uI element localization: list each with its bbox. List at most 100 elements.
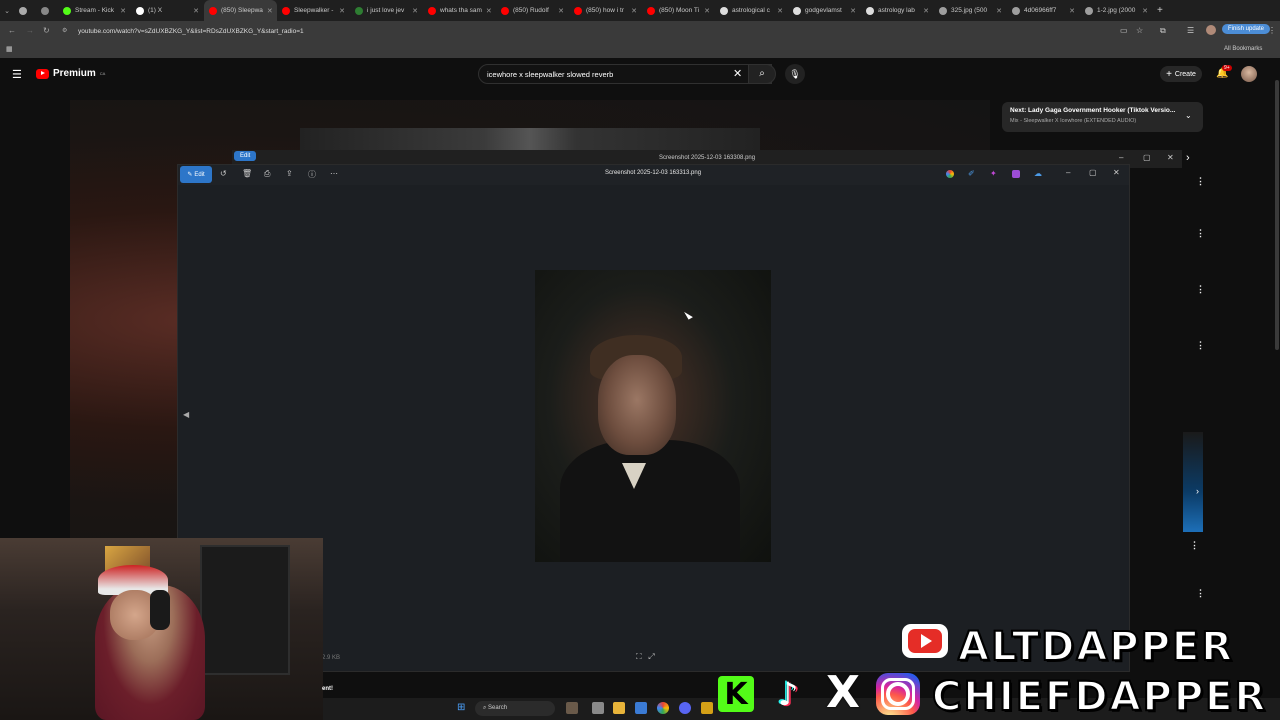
browser-tab[interactable]: godgevlamst ✕ (788, 0, 861, 21)
browser-tab[interactable]: Sleepwalker - ✕ (277, 0, 350, 21)
search-icon[interactable]: ⌕ (748, 64, 776, 84)
tab-close-icon[interactable]: ✕ (412, 7, 418, 15)
taskbar-search-input[interactable]: ⌕ Search (475, 701, 555, 716)
edit-button[interactable]: ✎ Edit (180, 166, 212, 183)
browser-tab[interactable]: i just love jev ✕ (350, 0, 423, 21)
tab-close-icon[interactable]: ✕ (850, 7, 856, 15)
windows-start-icon[interactable]: ⊞ (457, 702, 469, 714)
microphone-icon[interactable]: 🎙 (785, 64, 805, 84)
youtube-avatar[interactable] (1241, 66, 1257, 82)
store-icon[interactable] (635, 702, 647, 714)
tab-search-icon[interactable]: ⌄ (0, 7, 14, 15)
delete-icon[interactable]: 🗑 (242, 169, 252, 178)
profile-icon[interactable]: ☰ (1187, 26, 1194, 35)
youtube-premium-logo[interactable]: Premium CA (36, 68, 105, 79)
browser-tab[interactable]: whats tha sam ✕ (423, 0, 496, 21)
tab-close-icon[interactable]: ✕ (1142, 7, 1148, 15)
more-options-icon[interactable]: ⋮ (1196, 228, 1205, 239)
maximize-icon[interactable]: ▢ (1089, 168, 1097, 177)
address-bar[interactable]: ← → ↻ ⚙ youtube.com/watch?v=sZdUXBZKG_Y&… (0, 21, 1280, 41)
tab-close-icon[interactable]: ✕ (631, 7, 637, 15)
browser-tab[interactable]: 325.jpg (500 ✕ (934, 0, 1007, 21)
browser-menu-icon[interactable]: ⋮ (1268, 26, 1276, 35)
browser-tab[interactable]: Stream - Kick ✕ (58, 0, 131, 21)
back-icon[interactable]: ← (8, 26, 16, 35)
rotate-icon[interactable]: ↺ (220, 169, 227, 178)
tab-close-icon[interactable]: ✕ (923, 7, 929, 15)
cast-icon[interactable]: ▭ (1120, 26, 1128, 35)
forward-icon[interactable]: → (26, 26, 34, 35)
tab-close-icon[interactable]: ✕ (120, 7, 126, 15)
browser-tab[interactable]: (850) Moon Ti ✕ (642, 0, 715, 21)
ai-erase-icon[interactable]: ✦ (990, 169, 997, 178)
tab-close-icon[interactable]: ✕ (267, 7, 273, 15)
tab-close-icon[interactable]: ✕ (193, 7, 199, 15)
finish-update-button[interactable]: Finish update (1222, 24, 1271, 34)
taskbar-app-icon[interactable] (701, 702, 713, 714)
print-icon[interactable]: ⎙ (264, 169, 270, 179)
fit-to-window-icon[interactable]: ⛶ ⤢ (636, 652, 655, 662)
more-options-icon[interactable]: ⋮ (1196, 176, 1205, 187)
browser-tab[interactable]: (1) X ✕ (131, 0, 204, 21)
new-tab-icon[interactable]: + (1157, 5, 1163, 16)
browser-avatar[interactable] (1206, 25, 1216, 35)
info-icon[interactable]: ⓘ (308, 169, 316, 180)
previous-image-icon[interactable]: ◀ (183, 410, 189, 419)
more-options-icon[interactable]: ⋮ (1190, 540, 1199, 551)
chrome-icon[interactable] (657, 702, 669, 714)
browser-tab[interactable]: (850) how i tr ✕ (569, 0, 642, 21)
copilot-icon[interactable] (946, 170, 954, 178)
tab-close-icon[interactable]: ✕ (996, 7, 1002, 15)
designer-icon[interactable] (1012, 170, 1020, 178)
edit-tool-icon[interactable]: ✐ (968, 169, 975, 178)
browser-tab[interactable]: (850) Sleepwa ✕ (204, 0, 277, 21)
file-explorer-icon[interactable] (613, 702, 625, 714)
browser-tab[interactable]: astrology lab ✕ (861, 0, 934, 21)
more-options-icon[interactable]: ⋮ (1196, 588, 1205, 599)
taskbar-widget-icon[interactable] (566, 702, 578, 714)
page-scrollbar[interactable] (1275, 80, 1279, 350)
close-icon[interactable]: ✕ (1113, 168, 1120, 177)
tab-close-icon[interactable]: ✕ (558, 7, 564, 15)
share-icon[interactable]: ⇪ (286, 169, 293, 178)
bookmark-star-icon[interactable]: ☆ (1136, 26, 1143, 35)
all-bookmarks-link[interactable]: All Bookmarks (1224, 46, 1262, 52)
cloud-icon[interactable]: ☁ (1034, 169, 1042, 178)
minimize-icon[interactable]: – (1119, 153, 1123, 162)
create-button[interactable]: + Create (1160, 66, 1202, 82)
browser-tab[interactable]: astrological c ✕ (715, 0, 788, 21)
more-options-icon[interactable]: ⋮ (1196, 340, 1205, 351)
instagram-logo-icon (876, 673, 920, 715)
search-input[interactable]: icewhore x sleepwalker slowed reverb ✕ (478, 64, 772, 84)
tab-close-icon[interactable]: ✕ (1069, 7, 1075, 15)
task-view-icon[interactable] (592, 702, 604, 714)
tab-close-icon[interactable]: ✕ (777, 7, 783, 15)
browser-tab[interactable]: ✕ (36, 0, 58, 21)
tab-close-icon[interactable]: ✕ (339, 7, 345, 15)
browser-tab[interactable]: 4d06966ff7 ✕ (1007, 0, 1080, 21)
more-options-icon[interactable]: ⋮ (1196, 284, 1205, 295)
more-icon[interactable]: ⋯ (330, 169, 338, 178)
browser-tab[interactable]: 1-2.jpg (2000 ✕ (1080, 0, 1153, 21)
carousel-next-icon[interactable]: › (1196, 486, 1199, 496)
extensions-icon[interactable]: ⧉ (1160, 26, 1166, 36)
tab-close-icon[interactable]: ✕ (486, 7, 492, 15)
minimize-icon[interactable]: – (1066, 168, 1070, 177)
apps-grid-icon[interactable]: ▦ (6, 45, 13, 53)
browser-tab[interactable]: ✕ (14, 0, 36, 21)
up-next-panel[interactable]: Next: Lady Gaga Government Hooker (Tikto… (1002, 102, 1203, 132)
chevron-down-icon[interactable]: ⌄ (1185, 111, 1192, 120)
url-text[interactable]: youtube.com/watch?v=sZdUXBZKG_Y&list=RDs… (78, 28, 304, 35)
reload-icon[interactable]: ↻ (43, 26, 50, 35)
site-info-icon[interactable]: ⚙ (62, 27, 67, 34)
chevron-right-icon[interactable]: › (1186, 152, 1190, 164)
close-icon[interactable]: ✕ (1167, 153, 1174, 162)
back-edit-button[interactable]: Edit (234, 151, 257, 161)
hamburger-menu-icon[interactable]: ☰ (12, 68, 22, 81)
browser-tab[interactable]: (850) Rudolf ✕ (496, 0, 569, 21)
clear-search-icon[interactable]: ✕ (733, 67, 742, 80)
maximize-icon[interactable]: ▢ (1143, 153, 1151, 162)
tab-close-icon[interactable]: ✕ (704, 7, 710, 15)
discord-icon[interactable] (679, 702, 691, 714)
recommendation-thumbnail[interactable] (1183, 432, 1203, 532)
